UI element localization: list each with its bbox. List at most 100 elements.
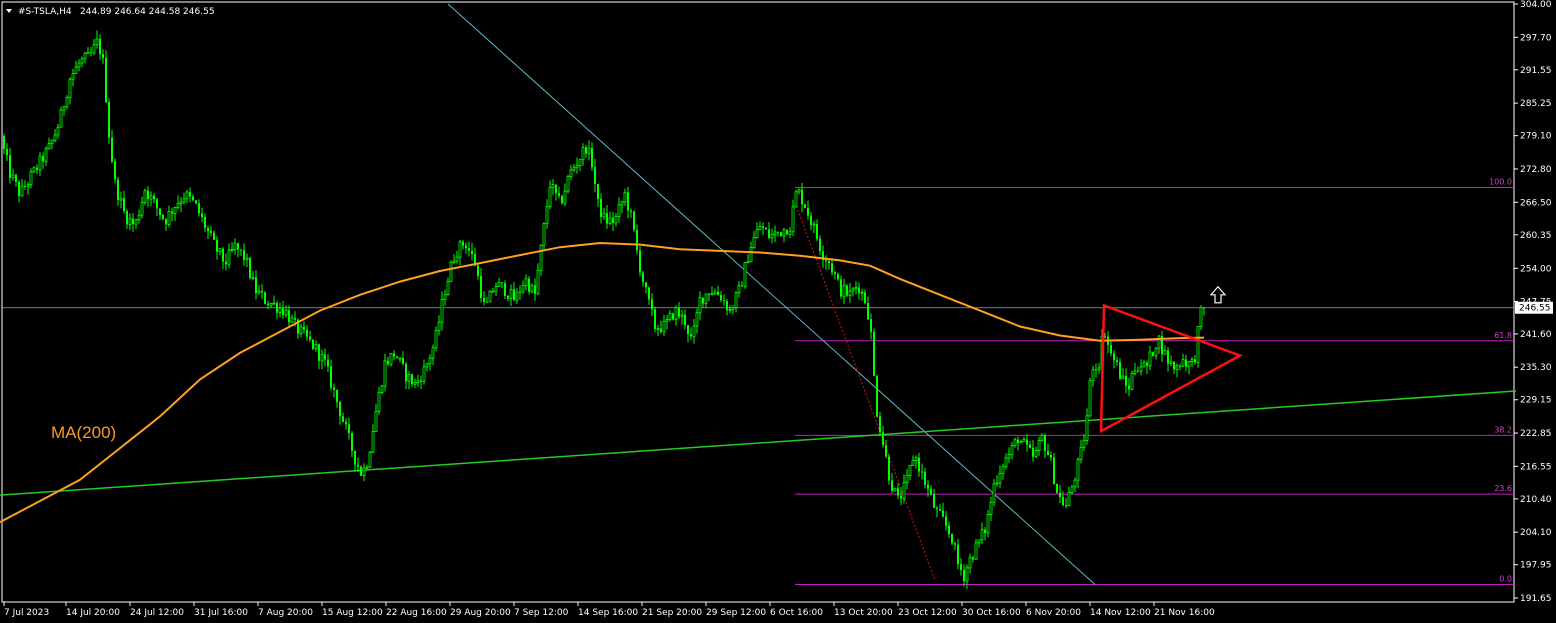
candle-body-down bbox=[360, 466, 362, 476]
candle-body-down bbox=[651, 299, 653, 310]
fib-level-label: 23.6 bbox=[1494, 484, 1512, 493]
time-tick-label: 23 Oct 12:00 bbox=[898, 608, 957, 618]
candle-body-down bbox=[660, 328, 662, 332]
candle-body-down bbox=[162, 214, 164, 220]
candle-body-up bbox=[1079, 446, 1083, 461]
candle-body-down bbox=[132, 218, 134, 225]
candle-body-up bbox=[998, 472, 1002, 484]
candle-body-up bbox=[965, 567, 969, 582]
candle-body-down bbox=[1032, 447, 1034, 457]
candle-body-down bbox=[708, 293, 710, 295]
candle-body-up bbox=[617, 204, 621, 217]
candle-body-up bbox=[233, 242, 237, 251]
candle-body-up bbox=[416, 379, 420, 384]
time-tick-label: 14 Nov 12:00 bbox=[1090, 608, 1151, 618]
candle-body-up bbox=[674, 307, 678, 320]
candle-body-down bbox=[873, 331, 875, 377]
candle-body-up bbox=[413, 382, 417, 385]
candle-body-down bbox=[528, 278, 530, 292]
time-tick-label: 22 Aug 16:00 bbox=[386, 608, 447, 618]
price-tick-label: 235.30 bbox=[1520, 363, 1552, 373]
candle-body-down bbox=[642, 272, 644, 283]
candle-body-up bbox=[140, 202, 144, 216]
candle-body-down bbox=[1065, 505, 1067, 507]
candle-body-up bbox=[179, 201, 183, 205]
candle-body-up bbox=[167, 211, 171, 225]
candle-body-down bbox=[1137, 370, 1139, 372]
candle-body-up bbox=[380, 385, 384, 393]
candle-body-down bbox=[36, 167, 38, 170]
time-tick-label: 7 Aug 20:00 bbox=[258, 608, 313, 618]
candle-body-up bbox=[851, 288, 855, 292]
candle-body-up bbox=[1019, 440, 1023, 444]
candle-body-down bbox=[594, 167, 596, 185]
candle-body-down bbox=[741, 285, 743, 287]
candle-body-down bbox=[336, 389, 338, 403]
candle-body-down bbox=[405, 363, 407, 382]
candle-body-down bbox=[189, 192, 191, 197]
candle-body-up bbox=[1022, 439, 1026, 442]
price-tick-label: 260.35 bbox=[1520, 231, 1552, 241]
candle-body-up bbox=[455, 256, 459, 262]
candle-body-up bbox=[569, 169, 573, 178]
candle-body-down bbox=[264, 292, 266, 304]
candle-body-up bbox=[1154, 347, 1158, 357]
candle-body-down bbox=[786, 229, 788, 235]
candle-body-down bbox=[15, 175, 17, 182]
candle-body-up bbox=[1037, 440, 1041, 451]
candle-body-up bbox=[143, 190, 147, 204]
candle-body-down bbox=[927, 484, 929, 489]
candle-body-down bbox=[963, 570, 965, 582]
candle-body-down bbox=[867, 303, 869, 320]
price-chart[interactable]: 100.0 61.8 38.2 23.6 0.0 304.00 297.70 291.55 2… bbox=[0, 0, 1556, 623]
candle-body-down bbox=[237, 243, 239, 250]
candle-body-up bbox=[1097, 367, 1101, 371]
candle-body-up bbox=[383, 360, 387, 387]
candle-body-down bbox=[249, 257, 251, 278]
candle-body-up bbox=[47, 143, 51, 150]
candle-body-down bbox=[876, 376, 878, 417]
candle-body-up bbox=[362, 467, 366, 476]
candle-body-down bbox=[921, 471, 923, 473]
candle-body-up bbox=[314, 343, 318, 350]
candle-body-up bbox=[794, 191, 798, 208]
candle-body-down bbox=[951, 533, 953, 544]
candle-body-down bbox=[420, 380, 422, 382]
candle-body-down bbox=[636, 229, 638, 251]
candle-body-up bbox=[842, 285, 846, 297]
candle-body-down bbox=[324, 354, 326, 360]
time-tick-label: 7 Sep 12:00 bbox=[514, 608, 569, 618]
candle-body-down bbox=[486, 301, 488, 303]
candle-body-down bbox=[309, 336, 311, 340]
candle-body-up bbox=[62, 106, 66, 111]
candle-body-up bbox=[908, 464, 912, 476]
candle-body-up bbox=[980, 529, 984, 541]
candle-body-up bbox=[26, 184, 30, 188]
candle-body-up bbox=[587, 147, 591, 154]
candle-body-up bbox=[11, 174, 15, 179]
candle-body-up bbox=[251, 277, 255, 279]
candle-body-up bbox=[530, 284, 534, 293]
candle-body-down bbox=[984, 529, 986, 533]
candle-body-down bbox=[825, 260, 827, 262]
candle-body-down bbox=[210, 231, 212, 233]
price-tick-label: 222.85 bbox=[1520, 429, 1552, 439]
candle-body-up bbox=[182, 198, 186, 203]
candle-body-up bbox=[1001, 466, 1005, 474]
candle-body-up bbox=[389, 353, 393, 365]
price-tick-label: 254.00 bbox=[1520, 264, 1552, 274]
candle-body-up bbox=[548, 187, 552, 208]
candle-body-down bbox=[1113, 353, 1115, 361]
candle-body-up bbox=[59, 109, 63, 128]
candle-body-down bbox=[294, 317, 296, 320]
candle-body-up bbox=[32, 167, 36, 173]
time-tick-label: 15 Aug 12:00 bbox=[322, 608, 383, 618]
candle-body-down bbox=[648, 287, 650, 300]
candle-body-down bbox=[1056, 484, 1058, 493]
candle-body-up bbox=[974, 542, 978, 560]
candle-body-down bbox=[972, 557, 974, 560]
candle-body-down bbox=[6, 148, 8, 156]
candle-body-down bbox=[306, 329, 308, 337]
candle-body-up bbox=[914, 457, 918, 461]
time-tick-label: 6 Oct 16:00 bbox=[770, 608, 823, 618]
